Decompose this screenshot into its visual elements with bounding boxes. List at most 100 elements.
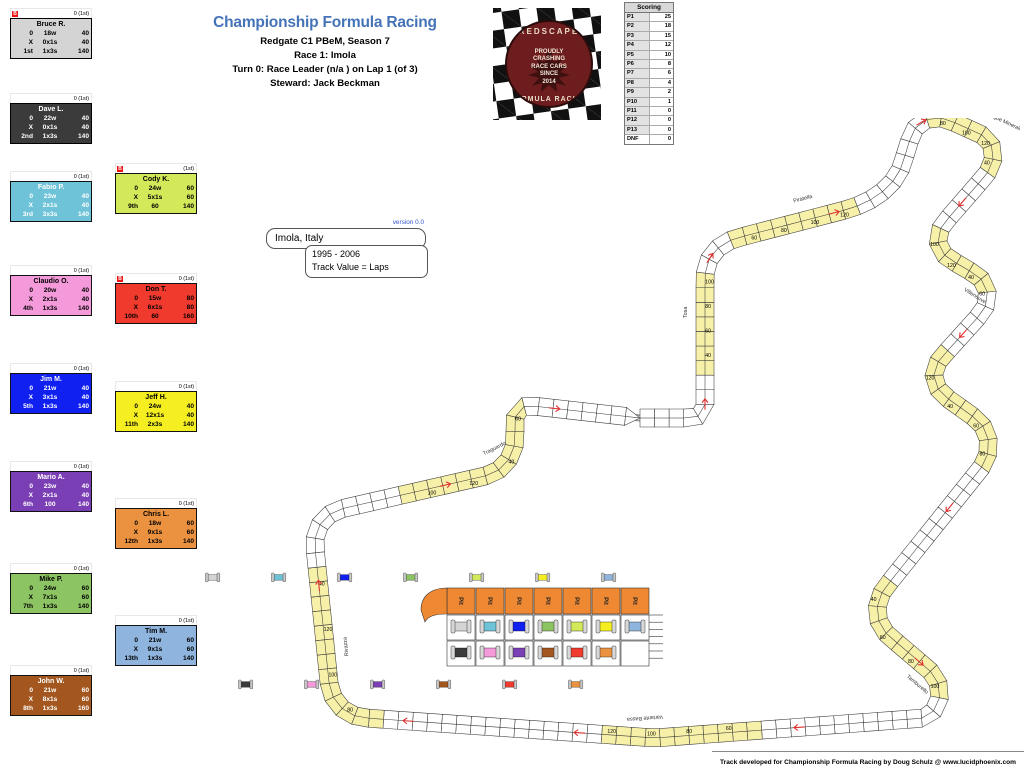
driver-pos-row: 6th 100 140: [13, 500, 89, 509]
track-speed-number: 60: [726, 726, 732, 732]
driver-pos-row: 13th 1x3s 140: [118, 654, 194, 663]
race-header: Championship Formula Racing Redgate C1 P…: [180, 14, 470, 89]
driver-card-body: Fabio P. 0 23w 40 X 2x1s 40 3rd 3x3s 140: [10, 181, 92, 222]
driver-x-row: X 8x1s 60: [13, 695, 89, 704]
driver-pos-points: 140: [77, 403, 89, 410]
car-token[interactable]: [537, 619, 559, 634]
track-speed-number: 120: [469, 481, 478, 487]
scoring-row: P9 2: [625, 88, 673, 98]
driver-card-body: Jim M. 0 21w 40 X 3x1s 40 5th 1x3s 140: [10, 373, 92, 414]
track-speed-number: 60: [880, 635, 886, 641]
driver-pos-value: 1x3s: [42, 705, 58, 712]
driver-x-points: 40: [81, 492, 89, 499]
driver-card-topbar: 0 (1st): [10, 363, 92, 373]
car-token-reserve[interactable]: [568, 679, 583, 689]
logo-name-top: REDSCAPE: [518, 27, 580, 36]
logo-name-bottom: FORMULA RACING: [509, 96, 589, 103]
driver-pos-points: 160: [77, 705, 89, 712]
driver-x-label: X: [28, 492, 33, 499]
driver-card[interactable]: 0 (1st) Dave L. 0 22w 40 X 0x1s 40 2nd 1x3s 140: [10, 93, 92, 144]
track-speed-number: 80: [940, 121, 946, 127]
driver-wear-label: 0: [134, 295, 138, 302]
driver-name: Cody K.: [142, 176, 170, 183]
car-token-reserve[interactable]: [436, 679, 451, 689]
driver-card[interactable]: 0 (1st) Fabio P. 0 23w 40 X 2x1s 40 3rd 3x3s 140: [10, 171, 92, 222]
car-token[interactable]: [479, 645, 501, 660]
driver-x-value: 2x1s: [42, 492, 58, 499]
driver-card[interactable]: 0 (1st) Mike P. 0 24w 60 X 7x1s 60 7th 1x3s 140: [10, 563, 92, 614]
driver-card-body: John W. 0 21w 60 X 8x1s 60 8th 1x3s 160: [10, 675, 92, 716]
driver-wear-value: 18w: [43, 30, 57, 37]
car-token[interactable]: [624, 619, 646, 634]
driver-wear-row: 0 24w 60: [118, 184, 194, 193]
driver-position: 7th: [23, 603, 33, 610]
driver-x-points: 40: [81, 394, 89, 401]
track-speed-number: 100: [647, 732, 656, 738]
pit-box[interactable]: Pit: [620, 587, 650, 615]
pit-box[interactable]: Pit: [533, 587, 563, 615]
scoring-row: P7 6: [625, 69, 673, 79]
pit-box[interactable]: Pit: [591, 587, 621, 615]
track-speed-number: 120: [926, 376, 935, 382]
car-token-reserve[interactable]: [271, 572, 286, 582]
pit-box[interactable]: Pit: [475, 587, 505, 615]
car-token-reserve[interactable]: [403, 572, 418, 582]
driver-wear-label: 0: [29, 585, 33, 592]
driver-card[interactable]: 0 (1st) Jim M. 0 21w 40 X 3x1s 40 5th 1x3s 140: [10, 363, 92, 414]
driver-wear-value: 21w: [148, 637, 162, 644]
driver-wear-label: 0: [29, 687, 33, 694]
car-token[interactable]: [566, 645, 588, 660]
header-steward: Steward: Jack Beckman: [270, 78, 380, 89]
driver-position: 12th: [124, 538, 138, 545]
car-token-reserve[interactable]: [535, 572, 550, 582]
car-token-reserve[interactable]: [205, 572, 220, 582]
car-token[interactable]: [595, 619, 617, 634]
driver-card[interactable]: 0 (1st) John W. 0 21w 60 X 8x1s 60 8th 1x3s 160: [10, 665, 92, 716]
scoring-position: P2: [625, 22, 650, 31]
car-token[interactable]: [566, 619, 588, 634]
driver-points-position: 0 (1st): [73, 173, 89, 180]
driver-x-label: X: [28, 39, 33, 46]
pit-box[interactable]: Pit: [446, 587, 476, 615]
car-token[interactable]: [508, 645, 530, 660]
pit-entry-box[interactable]: [420, 587, 448, 623]
car-token-reserve[interactable]: [304, 679, 319, 689]
track-speed-number: 100: [705, 279, 714, 285]
scoring-position: P6: [625, 60, 650, 69]
car-token-reserve[interactable]: [502, 679, 517, 689]
scoring-points: 10: [664, 51, 671, 58]
car-token[interactable]: [595, 645, 617, 660]
driver-x-row: X 9x1s 60: [118, 528, 194, 537]
car-token-reserve[interactable]: [238, 679, 253, 689]
scoring-position: P7: [625, 69, 650, 78]
logo-inner-line4: SINCE: [539, 71, 559, 78]
pit-box[interactable]: Pit: [504, 587, 534, 615]
track-speed-number: 80: [979, 451, 985, 457]
car-token-reserve[interactable]: [469, 572, 484, 582]
redscape-logo: REDSCAPE PROUDLY CRASHING RACE CARS SINC…: [493, 8, 601, 120]
driver-card[interactable]: 0 (1st) Mario A. 0 23w 40 X 2x1s 40 6th 100 140: [10, 461, 92, 512]
scoring-points: 8: [667, 61, 671, 68]
car-token-reserve[interactable]: [601, 572, 616, 582]
driver-pos-row: 2nd 1x3s 140: [13, 132, 89, 141]
driver-position: 8th: [23, 705, 33, 712]
car-token[interactable]: [450, 645, 472, 660]
car-token-reserve[interactable]: [337, 572, 352, 582]
driver-pos-value: 1x3s: [42, 133, 58, 140]
blocker-badge: B: [12, 10, 18, 17]
driver-x-value: 9x1s: [147, 646, 163, 653]
grid-slot[interactable]: [620, 640, 650, 667]
driver-pos-value: 1x3s: [42, 603, 58, 610]
driver-pos-row: 5th 1x3s 140: [13, 402, 89, 411]
driver-x-label: X: [28, 124, 33, 131]
driver-card[interactable]: 0 (1st) Claudio O. 0 20w 40 X 2x1s 40 4th 1x3s 140: [10, 265, 92, 316]
track-speed-number: 60: [515, 416, 521, 422]
car-token-reserve[interactable]: [370, 679, 385, 689]
car-token[interactable]: [479, 619, 501, 634]
pit-box[interactable]: Pit: [562, 587, 592, 615]
car-token[interactable]: [508, 619, 530, 634]
car-token[interactable]: [450, 619, 472, 634]
car-token[interactable]: [537, 645, 559, 660]
corner-name: Acque Minerali: [986, 118, 1020, 132]
driver-card[interactable]: B 0 (1st) Bruce R. 0 18w 40 X 0x1s 40 1st 1x3s 140: [10, 8, 92, 59]
